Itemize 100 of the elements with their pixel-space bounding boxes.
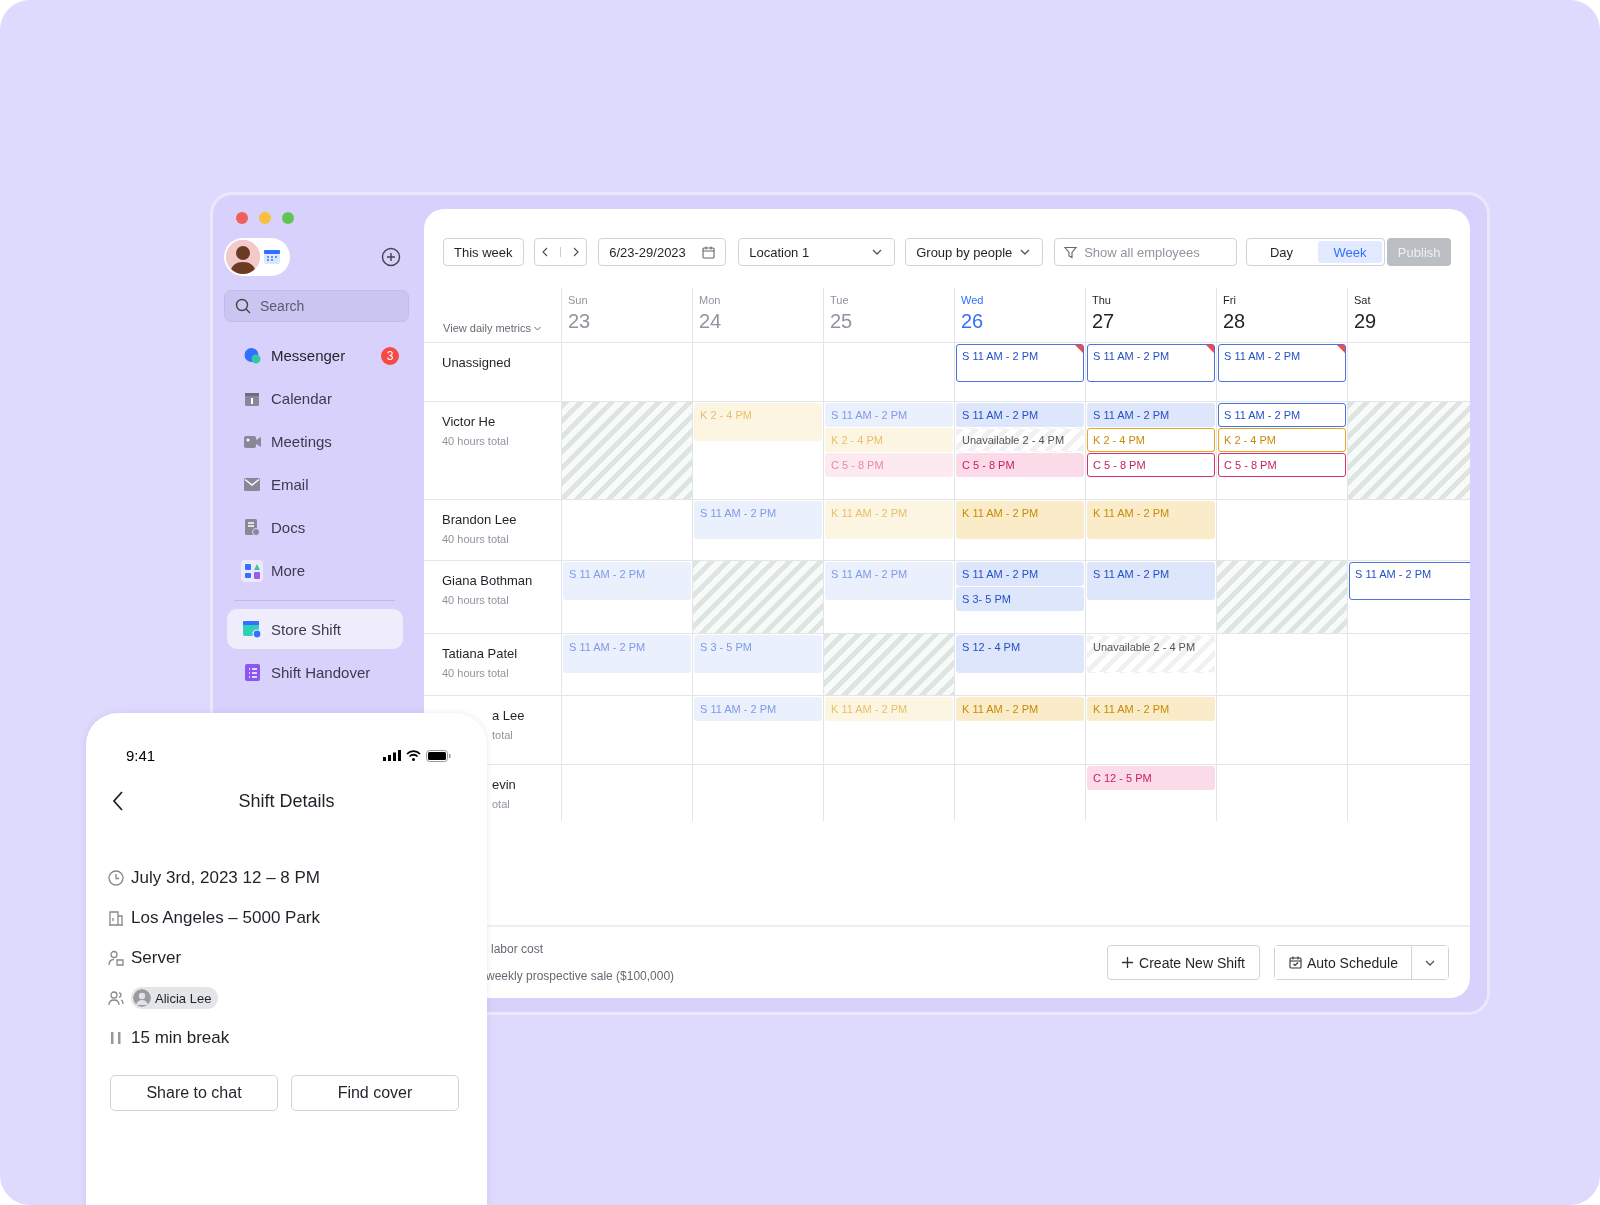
hours-total: otal xyxy=(492,798,511,810)
shift-block[interactable]: S 11 AM - 2 PM xyxy=(956,403,1084,427)
search-icon xyxy=(235,298,251,314)
pause-icon xyxy=(108,1030,124,1046)
detail-text: Los Angeles – 5000 Park xyxy=(131,908,321,928)
avatar xyxy=(226,240,260,274)
employee-name: Victor He xyxy=(442,414,497,429)
envelope-icon xyxy=(244,478,260,491)
video-camera-icon xyxy=(243,434,261,449)
weekday-label: Wed xyxy=(961,294,985,306)
daily-metrics-toggle[interactable]: View daily metrics xyxy=(443,322,542,334)
shift-block[interactable]: S 11 AM - 2 PM xyxy=(956,344,1084,382)
shift-block[interactable]: S 11 AM - 2 PM xyxy=(1349,562,1470,600)
corner-flag xyxy=(1075,345,1083,353)
corner-flag xyxy=(1206,345,1214,353)
hours-total: 40 hours total xyxy=(442,435,510,447)
add-icon[interactable] xyxy=(381,247,401,267)
calendar-icon xyxy=(702,245,716,259)
weekday-label: Tue xyxy=(830,294,850,306)
hours-total: 40 hours total xyxy=(442,667,510,679)
plus-icon xyxy=(1122,957,1134,968)
create-shift-button[interactable]: Create New Shift xyxy=(1107,945,1260,980)
shift-block[interactable]: S 11 AM - 2 PM xyxy=(956,562,1084,586)
this-week-button[interactable]: This week xyxy=(443,238,524,266)
metric-label: weekly prospective sale ($100,000) xyxy=(486,969,675,983)
shift-block[interactable]: S 11 AM - 2 PM xyxy=(1087,403,1215,427)
sidebar-item[interactable]: Calendar xyxy=(227,377,403,420)
hours-total: 40 hours total xyxy=(442,594,510,606)
shift-block[interactable]: S 12 - 4 PM xyxy=(956,635,1084,673)
weekday-label: Mon xyxy=(699,294,722,306)
unread-badge: 3 xyxy=(381,346,399,365)
search-field[interactable]: Search xyxy=(224,290,409,322)
shift-block[interactable]: C 5 - 8 PM xyxy=(956,453,1084,477)
shift-block[interactable]: K 2 - 4 PM xyxy=(1218,428,1346,452)
building-icon xyxy=(108,910,124,926)
sidebar-item[interactable]: Email xyxy=(227,463,403,506)
chat-bubble-icon xyxy=(243,347,261,364)
unavailable-block[interactable]: Unavailable 2 - 4 PM xyxy=(956,428,1084,452)
employee-name: Tatiana Patel xyxy=(442,646,519,661)
date-range-picker[interactable]: 6/23-29/2023 xyxy=(598,238,727,266)
weekday-label: Sat xyxy=(1354,294,1372,306)
filter-icon xyxy=(1064,246,1078,259)
people-icon xyxy=(108,990,124,1006)
checklist-icon xyxy=(244,663,260,681)
calendar-icon xyxy=(243,620,261,638)
employee-name: Unassigned xyxy=(442,355,512,370)
screen-title: Shift Details xyxy=(238,790,335,812)
shift-block[interactable]: C 5 - 8 PM xyxy=(1218,453,1346,477)
employee-name: Brandon Lee xyxy=(442,512,518,527)
weekday-label: Sun xyxy=(568,294,589,306)
battery-icon xyxy=(426,749,451,762)
sidebar-item[interactable]: Docs xyxy=(227,506,403,549)
sidebar-item[interactable]: Store Shift xyxy=(227,609,403,649)
hours-total: 40 hours total xyxy=(442,533,510,545)
signal-icon xyxy=(383,750,401,761)
calendar-icon xyxy=(244,390,260,407)
hours-total: total xyxy=(492,729,514,741)
back-icon[interactable] xyxy=(112,791,124,811)
date-number: 25 xyxy=(830,310,854,333)
date-number: 28 xyxy=(1223,310,1247,333)
detail-text: 15 min break xyxy=(131,1028,230,1048)
sidebar-item[interactable]: Meetings xyxy=(227,420,403,463)
shift-block[interactable]: S 11 AM - 2 PM xyxy=(1218,403,1346,427)
location-dropdown[interactable]: Location 1 xyxy=(738,238,896,266)
sidebar-item[interactable]: Shift Handover xyxy=(227,649,403,695)
shift-block[interactable]: S 11 AM - 2 PM xyxy=(1218,344,1346,382)
group-by-dropdown[interactable]: Group by people xyxy=(905,238,1044,266)
employee-name: evin xyxy=(492,777,517,792)
shift-block[interactable]: K 2 - 4 PM xyxy=(1087,428,1215,452)
clock-icon xyxy=(108,870,124,886)
shift-block[interactable]: S 3- 5 PM xyxy=(956,587,1084,611)
date-number: 24 xyxy=(699,310,723,333)
action-button[interactable]: Find cover xyxy=(291,1075,459,1111)
detail-text: Server xyxy=(131,948,182,968)
employee-filter-field[interactable]: Show all employees xyxy=(1054,238,1238,266)
metric-label: labor cost xyxy=(490,942,545,956)
wifi-icon xyxy=(406,750,421,761)
person-chip[interactable]: Alicia Lee xyxy=(131,987,219,1009)
shift-block[interactable]: C 12 - 5 PM xyxy=(1087,766,1215,790)
action-button[interactable]: Share to chat xyxy=(110,1075,278,1111)
auto-schedule-button[interactable]: Auto Schedule xyxy=(1274,946,1412,979)
status-time: 9:41 xyxy=(126,747,156,764)
unavailable-block[interactable]: Unavailable 2 - 4 PM xyxy=(1087,635,1215,673)
shift-block[interactable]: S 11 AM - 2 PM xyxy=(1087,344,1215,382)
person-icon xyxy=(108,950,124,966)
document-icon xyxy=(244,519,260,536)
app-grid-icon xyxy=(241,559,263,582)
profile-pill[interactable] xyxy=(224,238,290,276)
sidebar-item[interactable]: Messenger 3 xyxy=(227,334,403,377)
avatar xyxy=(133,989,151,1007)
calendar-check-icon xyxy=(1288,956,1302,969)
weekday-label: Thu xyxy=(1092,294,1112,306)
corner-flag xyxy=(1337,345,1345,353)
employee-name: Giana Bothman xyxy=(442,573,534,588)
view-tab[interactable]: Week xyxy=(1317,241,1383,263)
shift-block[interactable]: C 5 - 8 PM xyxy=(1087,453,1215,477)
view-tab[interactable]: Day xyxy=(1249,241,1314,263)
sidebar-item[interactable]: More xyxy=(227,549,403,592)
employee-name: a Lee xyxy=(492,708,526,723)
shift-block[interactable]: S 11 AM - 2 PM xyxy=(1087,562,1215,600)
